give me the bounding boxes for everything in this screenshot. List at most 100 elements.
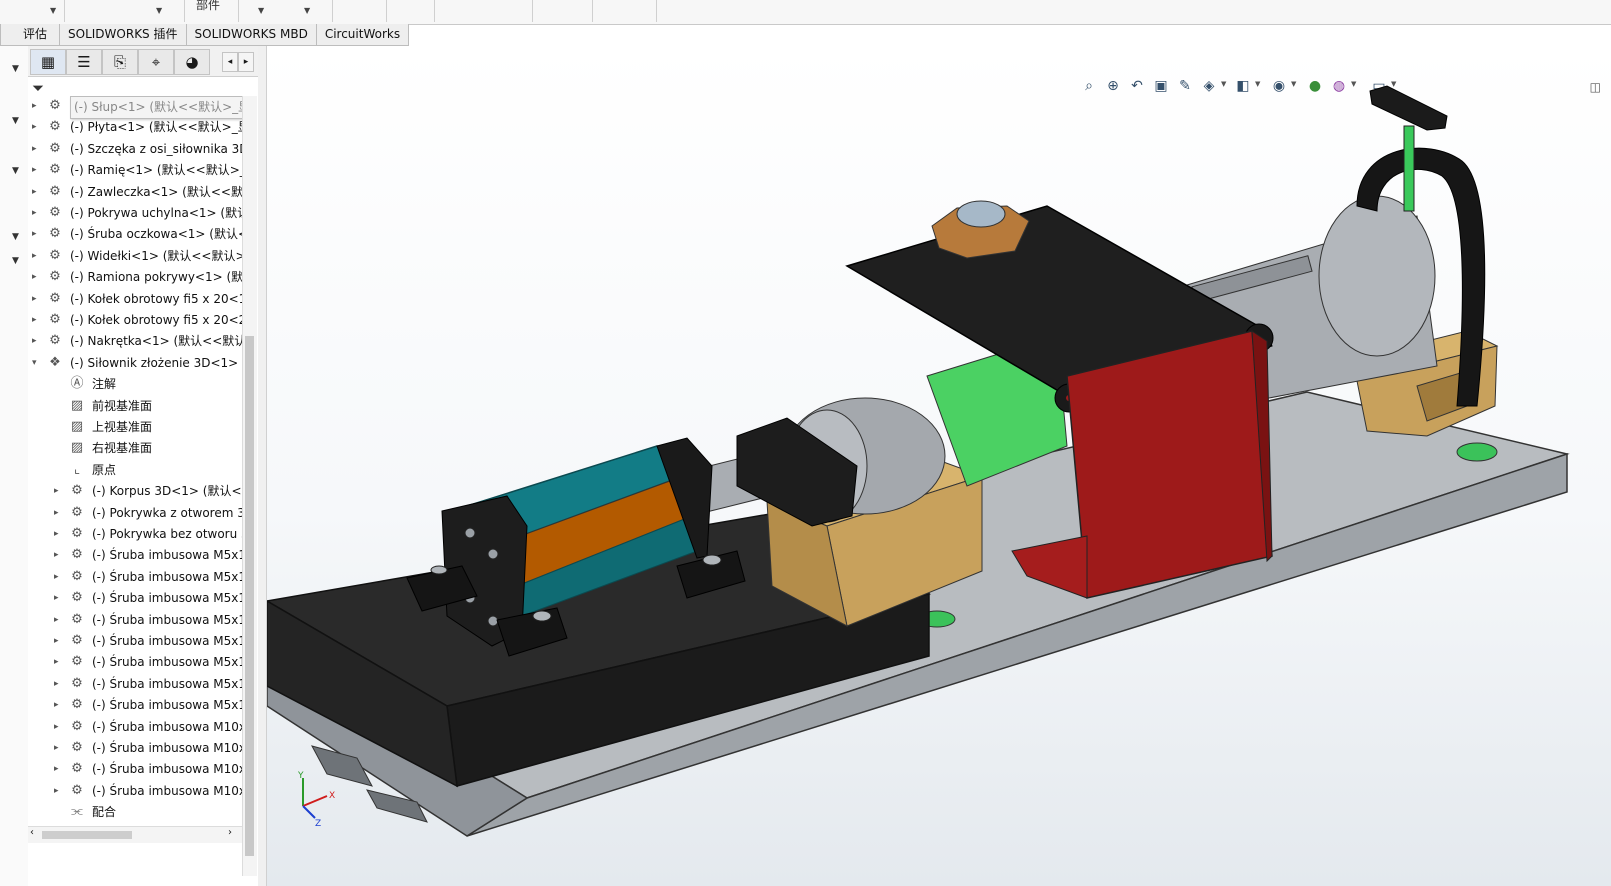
tree-item[interactable]: ▸ ⚙ (-) Widełki<1> (默认<<默认>_ [32, 246, 242, 267]
tab-scroll-left-icon[interactable]: ◂ [222, 52, 238, 72]
tree-item[interactable]: ▾ ❖ (-) Siłownik złożenie 3D<1> (默 [32, 353, 242, 374]
ribbon-group[interactable]: ▼ ▼ [238, 0, 333, 22]
tree-item[interactable]: ▸ ⚙ (-) Ramię<1> (默认<<默认>_显 [32, 160, 242, 181]
dimxpert-icon[interactable]: ⌖ [138, 49, 174, 75]
expand-toggle-icon[interactable]: ▸ [32, 160, 42, 181]
expand-toggle-icon[interactable]: ▸ [32, 224, 42, 245]
expand-toggle-icon[interactable]: ▸ [32, 139, 42, 160]
expand-toggle-icon[interactable]: ▸ [32, 310, 42, 331]
ribbon-group[interactable]: 部件 [184, 0, 239, 22]
scroll-left-icon[interactable]: ‹ [30, 827, 34, 838]
tree-item[interactable]: ▸ ⚙ (-) Kołek obrotowy fi5 x 20<1 [32, 289, 242, 310]
expand-toggle-icon[interactable]: ▸ [54, 652, 64, 673]
tree-item[interactable]: ▸ ⚙ (-) Śruba imbusowa M5x1 [54, 545, 242, 566]
filter-icon[interactable]: ⏷ [32, 79, 44, 97]
tree-item[interactable]: ▨ 右视基准面 [54, 438, 242, 459]
tree-item[interactable]: ▸ ⚙ (-) Korpus 3D<1> (默认<< [54, 481, 242, 502]
configuration-manager-icon[interactable]: ⎘ [102, 49, 138, 75]
scrollbar-thumb[interactable] [42, 831, 132, 839]
tree-item[interactable]: ▸ ⚙ (-) Śruba imbusowa M10x [54, 759, 242, 780]
panel-splitter[interactable] [258, 46, 267, 886]
scrollbar-thumb[interactable] [245, 336, 254, 856]
expand-toggle-icon[interactable]: ▸ [32, 289, 42, 310]
tree-item[interactable]: ⌞ 原点 [54, 460, 242, 481]
ribbon-group[interactable] [332, 0, 387, 22]
tree-item[interactable]: Ⓐ 注解 [54, 374, 242, 395]
chevron-down-icon[interactable]: ▼ [304, 6, 310, 15]
expand-toggle-icon[interactable]: ▸ [54, 759, 64, 780]
ribbon-group[interactable]: ▼ [64, 0, 185, 22]
tree-item[interactable]: ▸ ⚙ (-) Śruba imbusowa M10x [54, 738, 242, 759]
tree-item[interactable]: ▸ ⚙ (-) Śruba imbusowa M10x [54, 781, 242, 802]
tree-item[interactable]: ▨ 上视基准面 [54, 417, 242, 438]
tree-item[interactable]: ▸ ⚙ (-) Pokrywka z otworem 3 [54, 503, 242, 524]
tree-item[interactable]: ▸ ⚙ (-) Śruba oczkowa<1> (默认< [32, 224, 242, 245]
chevron-down-icon[interactable]: ▼ [12, 256, 19, 266]
tree-item[interactable]: ▸ ⚙ (-) Śruba imbusowa M10x [54, 717, 242, 738]
chevron-down-icon[interactable]: ▼ [12, 232, 19, 242]
expand-toggle-icon[interactable]: ▸ [54, 567, 64, 588]
chevron-down-icon[interactable]: ▼ [156, 6, 162, 15]
tree-item[interactable]: ▸ ⚙ (-) Śruba imbusowa M5x1 [54, 567, 242, 588]
tree-item[interactable]: ▸ ⚙ (-) Śruba imbusowa M5x1 [54, 631, 242, 652]
chevron-down-icon[interactable]: ▼ [258, 6, 264, 15]
tree-item[interactable]: ▸ ⚙ (-) Śruba imbusowa M5x1 [54, 674, 242, 695]
expand-toggle-icon[interactable]: ▸ [54, 781, 64, 802]
expand-toggle-icon[interactable]: ▸ [32, 246, 42, 267]
tree-item[interactable]: ▸ ⚙ (-) Szczęka z osi_siłownika 3D [32, 139, 242, 160]
tree-item[interactable]: ▸ ⚙ (-) Płyta<1> (默认<<默认>_显 [32, 117, 242, 138]
ribbon-group[interactable] [434, 0, 533, 22]
expand-toggle-icon[interactable]: ▸ [32, 182, 42, 203]
expand-toggle-icon[interactable]: ▸ [54, 738, 64, 759]
scroll-right-icon[interactable]: › [228, 827, 232, 838]
expand-toggle-icon[interactable]: ▸ [54, 588, 64, 609]
tree-item[interactable]: ▸ ⚙ (-) Nakrętka<1> (默认<<默认 [32, 331, 242, 352]
expand-toggle-icon[interactable]: ▸ [54, 545, 64, 566]
ribbon-group[interactable] [386, 0, 435, 22]
ribbon-group[interactable] [532, 0, 593, 22]
tree-item[interactable]: ▸ ⚙ (-) Słup<1> (默认<<默认>_显示状态 1>) [32, 96, 242, 119]
ribbon-group[interactable]: ▼ [0, 0, 65, 22]
expand-toggle-icon[interactable]: ▸ [32, 96, 42, 117]
expand-toggle-icon[interactable]: ▸ [32, 117, 42, 138]
tree-item[interactable]: ⫘ 配合 [54, 802, 242, 823]
feature-manager-icon[interactable]: ▦ [30, 49, 66, 75]
chevron-down-icon[interactable]: ▼ [12, 116, 19, 126]
display-manager-icon[interactable]: ◕ [174, 49, 210, 75]
tab-solidworks-mbd[interactable]: SOLIDWORKS MBD [185, 24, 317, 46]
expand-toggle-icon[interactable]: ▸ [54, 524, 64, 545]
expand-toggle-icon[interactable]: ▸ [54, 503, 64, 524]
tree-item[interactable]: ▸ ⚙ (-) Kołek obrotowy fi5 x 20<2 [32, 310, 242, 331]
tree-item[interactable]: ▨ 前视基准面 [54, 396, 242, 417]
chevron-down-icon[interactable]: ▼ [50, 6, 56, 15]
tree-item[interactable]: ▸ ⚙ (-) Zawleczka<1> (默认<<默认 [32, 182, 242, 203]
ribbon-group[interactable] [592, 0, 657, 22]
tree-item[interactable]: ▸ ⚙ (-) Śruba imbusowa M5x1 [54, 695, 242, 716]
expand-toggle-icon[interactable]: ▸ [54, 481, 64, 502]
chevron-down-icon[interactable]: ▼ [12, 166, 19, 176]
assembly-model[interactable]: Y X Z [267, 46, 1611, 886]
tree-item[interactable]: ▸ ⚙ (-) Śruba imbusowa M5x1 [54, 610, 242, 631]
property-manager-icon[interactable]: ☰ [66, 49, 102, 75]
tree-item[interactable]: ▸ ⚙ (-) Śruba imbusowa M5x1 [54, 652, 242, 673]
vertical-scrollbar[interactable] [242, 96, 257, 876]
horizontal-scrollbar[interactable]: ‹ › [28, 826, 242, 843]
expand-toggle-icon[interactable]: ▸ [32, 203, 42, 224]
tree-item[interactable]: ▸ ⚙ (-) Ramiona pokrywy<1> (默认 [32, 267, 242, 288]
expand-toggle-icon[interactable]: ▸ [54, 610, 64, 631]
expand-toggle-icon[interactable]: ▸ [54, 717, 64, 738]
expand-toggle-icon[interactable]: ▸ [54, 674, 64, 695]
tree-item[interactable]: ▸ ⚙ (-) Pokrywa uchylna<1> (默认< [32, 203, 242, 224]
chevron-down-icon[interactable]: ▼ [12, 64, 19, 74]
expand-toggle-icon[interactable]: ▸ [32, 267, 42, 288]
tab-circuitworks[interactable]: CircuitWorks [315, 24, 410, 46]
tab-scroll-right-icon[interactable]: ▸ [238, 52, 254, 72]
tree-item[interactable]: ▸ ⚙ (-) Śruba imbusowa M5x1 [54, 588, 242, 609]
tab-evaluate[interactable]: 评估 [0, 24, 61, 46]
tree-item[interactable]: ▸ ⚙ (-) Pokrywka bez otworu 3 [54, 524, 242, 545]
expand-toggle-icon[interactable]: ▾ [32, 353, 42, 374]
tab-solidworks-addins[interactable]: SOLIDWORKS 插件 [59, 24, 187, 46]
graphics-area[interactable]: ⌕ ⊕ ↶ ▣ ✎ ◈ ▼ ◧ ▼ ◉ ▼ ● ◍ ▼ ▭ ▼ ◫ Y X Z [267, 46, 1611, 886]
expand-toggle-icon[interactable]: ▸ [54, 631, 64, 652]
expand-toggle-icon[interactable]: ▸ [32, 331, 42, 352]
